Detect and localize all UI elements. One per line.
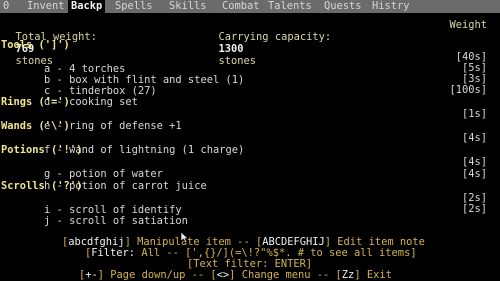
tab-talents[interactable]: Talents	[268, 0, 312, 13]
tab-combat[interactable]: Combat	[222, 0, 260, 13]
item-weight-g: [4s]	[461, 156, 487, 168]
page-text: Page down/up --	[110, 269, 205, 281]
weight-column-header: Weight	[449, 19, 487, 31]
item-weight-e: [1s]	[461, 108, 487, 120]
item-weight-f: [4s]	[461, 132, 487, 144]
tab-backpack[interactable]: Backp	[68, 0, 106, 13]
category-potions: Potions ('!')	[1, 144, 83, 156]
tab-spells[interactable]: Spells	[115, 0, 153, 13]
carrying-capacity: Carrying capacity: 1300 stones	[206, 19, 332, 67]
item-row-f[interactable]: f - wand of lightning (1 charge)	[19, 132, 244, 156]
category-rings: Rings ('=')	[1, 96, 70, 108]
help-line-navigation: [+-] Page down/up -- [<>] Change menu --…	[79, 269, 392, 281]
capacity-label: Carrying capacity:	[218, 31, 332, 43]
total-weight: Total weight: 769 stones	[3, 19, 97, 67]
item-name: potion of carrot juice	[69, 180, 207, 192]
item-name: cooking set	[69, 96, 138, 108]
item-row-g[interactable]: g - potion of water	[19, 156, 163, 180]
item-key: j	[44, 215, 51, 227]
filter-key[interactable]: Filter:	[91, 247, 135, 259]
item-row-j[interactable]: j - scroll of satiation	[19, 203, 188, 227]
category-scrolls: Scrolls ('?')	[1, 180, 83, 192]
menu-keys[interactable]: <>	[217, 269, 230, 281]
item-weight-j: [2s]	[461, 203, 487, 215]
menu-tab-bar: 0 Invent Backp Spells Skills Combat Tale…	[0, 0, 500, 13]
item-name: ring of defense +1	[69, 120, 182, 132]
item-name: scroll of satiation	[69, 215, 188, 227]
tab-history[interactable]: Histry	[372, 0, 410, 13]
mouse-cursor-icon	[181, 232, 189, 243]
item-name: wand of lightning (1 charge)	[69, 144, 245, 156]
tab-invent[interactable]: Invent	[27, 0, 65, 13]
page-keys[interactable]: +-	[85, 269, 98, 281]
exit-text: Exit	[366, 269, 392, 281]
tab-skills[interactable]: Skills	[169, 0, 207, 13]
item-row-h[interactable]: h - potion of carrot juice	[19, 168, 207, 192]
item-row-e[interactable]: e - ring of defense +1	[19, 108, 182, 132]
tab-quests[interactable]: Quests	[324, 0, 362, 13]
menu-text: Change menu --	[241, 269, 330, 281]
category-wands: Wands ('\')	[1, 120, 70, 132]
item-weight-h: [4s]	[461, 168, 487, 180]
item-weight-d: [100s]	[449, 84, 487, 96]
capacity-value: 1300	[218, 43, 244, 55]
category-tools: Tools (']')	[1, 39, 70, 51]
item-row-d[interactable]: d - cooking set	[19, 84, 138, 108]
tab-0[interactable]: 0	[3, 0, 9, 13]
exit-keys[interactable]: Zz	[342, 269, 355, 281]
